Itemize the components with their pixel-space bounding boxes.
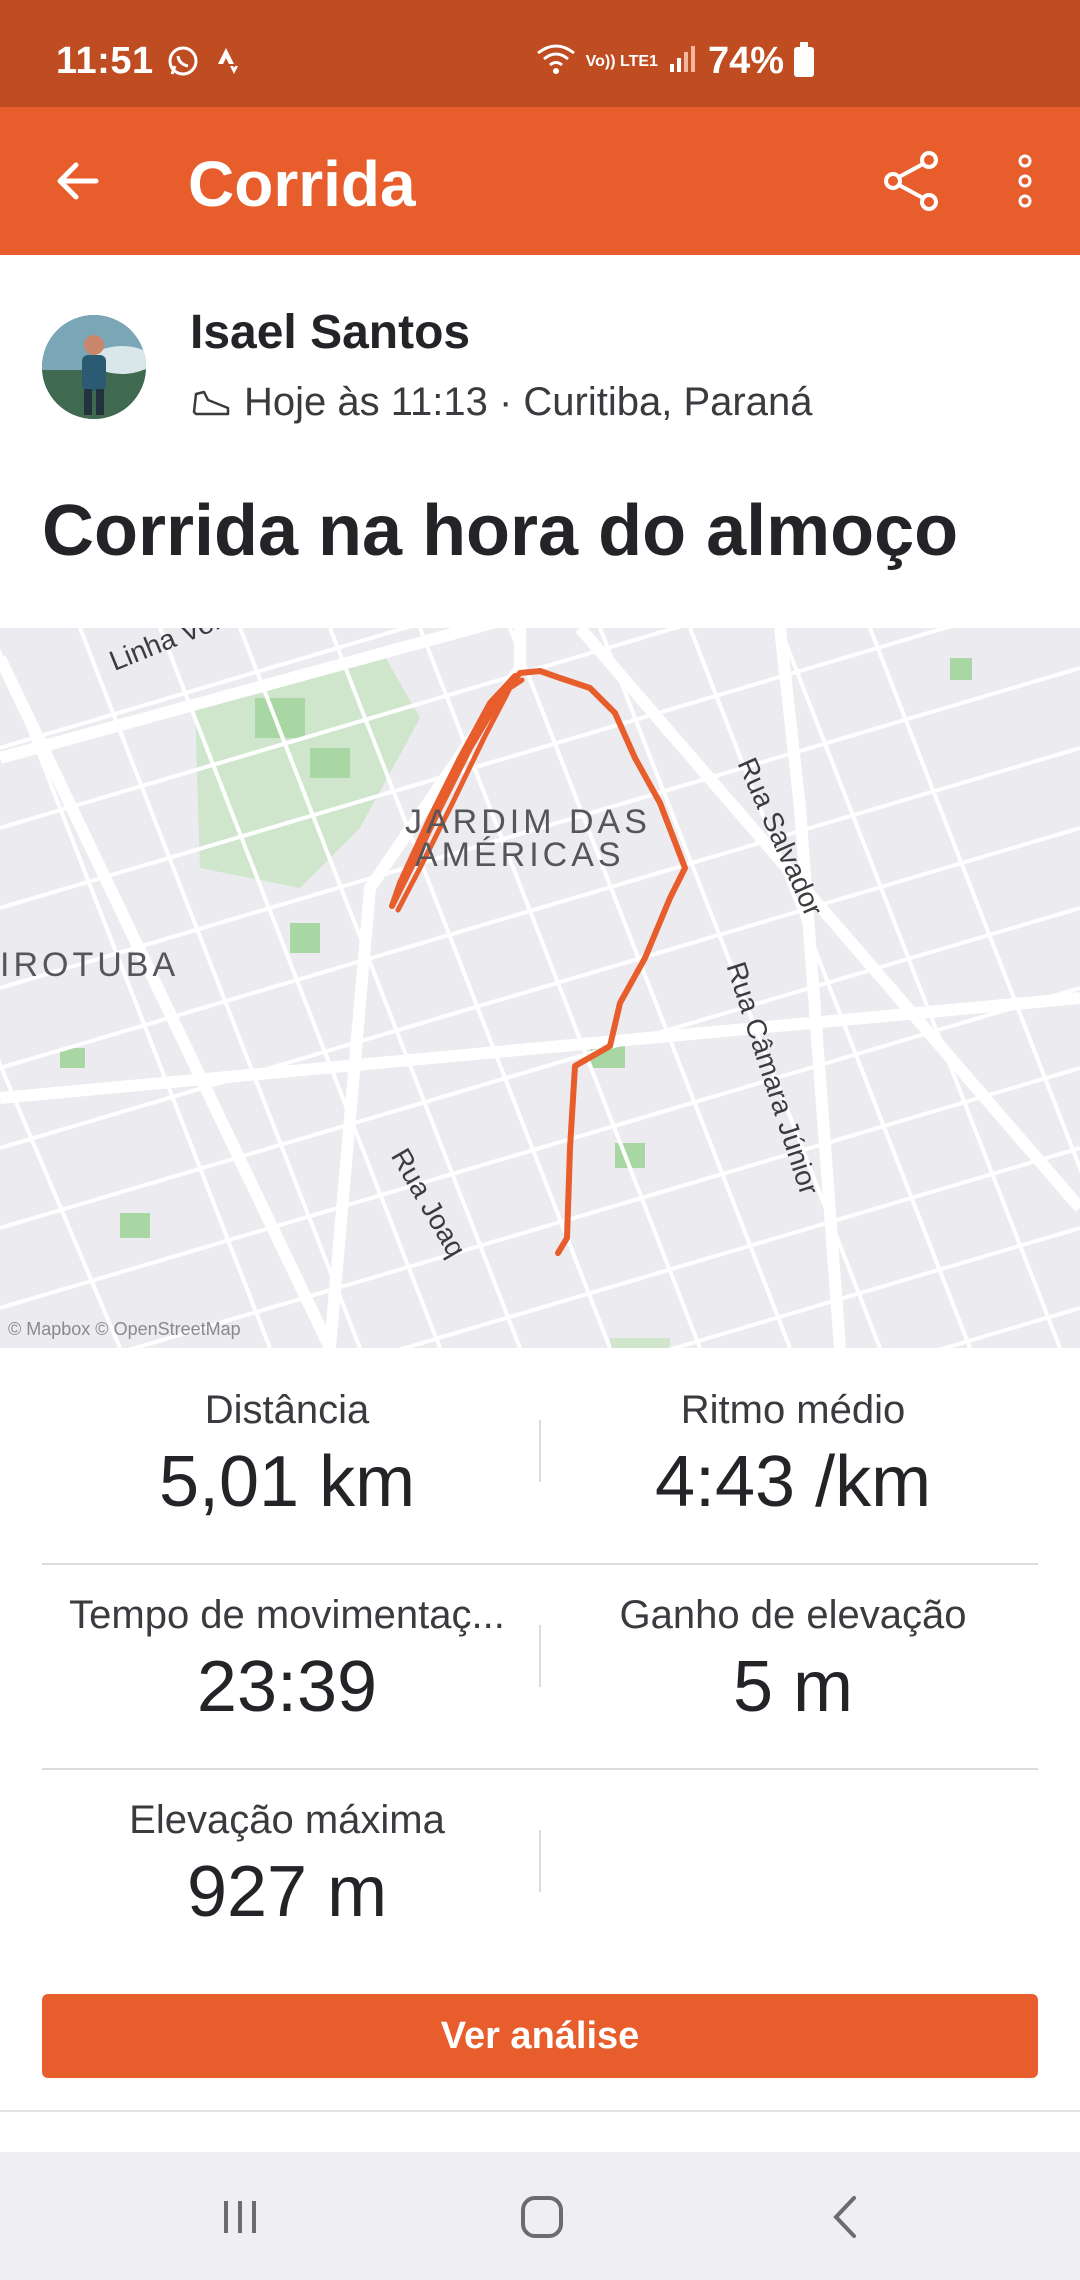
shoe-icon (192, 390, 230, 415)
page-title: Corrida (188, 148, 416, 220)
arrow-left-icon (57, 162, 99, 200)
stat-divider (539, 1420, 541, 1482)
map-canvas (0, 628, 1080, 1348)
stat-max-elevation: Elevação máxima 927 m (42, 1798, 532, 1933)
whatsapp-icon (166, 44, 200, 83)
battery-icon (794, 41, 814, 77)
system-nav-bar (0, 2152, 1080, 2280)
status-bar: 11:51 Vo)) LTE1 74% (0, 0, 1080, 107)
view-analysis-button[interactable]: Ver análise (42, 1994, 1038, 2078)
stat-row: Elevação máxima 927 m (42, 1770, 1038, 1975)
back-nav-button[interactable] (805, 2182, 885, 2252)
stat-divider (539, 1830, 541, 1892)
home-button[interactable] (502, 2182, 582, 2252)
more-vertical-icon (1018, 154, 1032, 208)
back-button[interactable] (42, 145, 114, 217)
stat-label: Tempo de movimentaç... (69, 1593, 505, 1637)
network-type: Vo)) LTE1 (585, 52, 658, 70)
map-attribution-text: © Mapbox © OpenStreetMap (8, 1319, 241, 1339)
share-button[interactable] (872, 141, 952, 221)
stat-avg-pace: Ritmo médio 4:43 /km (548, 1388, 1038, 1523)
system-icons: Vo)) LTE1 74% (536, 40, 814, 83)
home-icon (521, 2196, 563, 2238)
stat-value: 5 m (732, 1647, 854, 1727)
stat-label: Ritmo médio (680, 1388, 906, 1432)
stat-distance: Distância 5,01 km (42, 1388, 532, 1523)
stat-value: 23:39 (196, 1647, 378, 1727)
stat-label: Distância (204, 1388, 370, 1432)
stat-row: Tempo de movimentaç... 23:39 Ganho de el… (42, 1565, 1038, 1770)
stat-divider (539, 1625, 541, 1687)
map-attribution[interactable]: © Mapbox © OpenStreetMap (8, 1319, 241, 1340)
map-neighborhood-label: AMÉRICAS (415, 836, 625, 874)
athlete-name[interactable]: Isael Santos (190, 305, 470, 360)
recent-apps-button[interactable] (200, 2182, 280, 2252)
notification-icons (166, 44, 242, 83)
status-time: 11:51 (56, 40, 154, 82)
stat-value: 927 m (186, 1852, 388, 1932)
stat-label: Elevação máxima (129, 1798, 445, 1842)
wifi-icon (536, 43, 576, 80)
stat-value: 4:43 /km (654, 1442, 932, 1522)
avatar[interactable] (42, 315, 146, 419)
activity-date-location: Hoje às 11:13 · Curitiba, Paraná (244, 380, 813, 424)
chevron-left-icon (833, 2196, 856, 2238)
route-map[interactable]: JARDIM DAS AMÉRICAS IROTUBA Linha Verde … (0, 628, 1080, 1348)
share-icon (884, 151, 938, 211)
divider (0, 2110, 1080, 2112)
more-options-button[interactable] (1000, 141, 1050, 221)
activity-meta: Hoje às 11:13 · Curitiba, Paraná (190, 380, 812, 425)
activity-title: Corrida na hora do almoço (42, 491, 959, 571)
stats-grid: Distância 5,01 km Ritmo médio 4:43 /km T… (42, 1360, 1038, 1975)
recent-apps-icon (224, 2201, 256, 2233)
stat-elevation-gain: Ganho de elevação 5 m (548, 1593, 1038, 1728)
stat-row: Distância 5,01 km Ritmo médio 4:43 /km (42, 1360, 1038, 1565)
strava-icon (214, 44, 242, 83)
signal-icon (668, 44, 698, 79)
app-bar: Corrida (0, 107, 1080, 255)
battery-percent: 74% (707, 40, 784, 82)
stat-value: 5,01 km (158, 1442, 416, 1522)
map-district-label: IROTUBA (0, 946, 180, 984)
stat-label: Ganho de elevação (619, 1593, 967, 1637)
stat-moving-time: Tempo de movimentaç... 23:39 (42, 1593, 532, 1728)
